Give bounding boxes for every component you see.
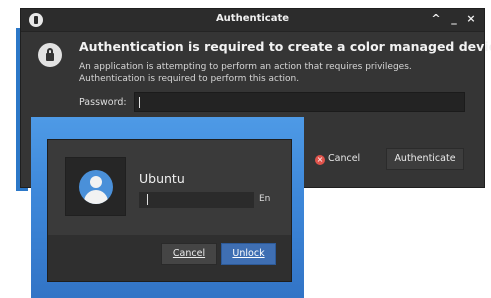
cancel-label: Cancel xyxy=(328,153,361,164)
text-caret xyxy=(139,97,140,108)
authenticate-button[interactable]: Authenticate xyxy=(386,148,464,170)
titlebar: Authenticate ^ _ × xyxy=(21,9,484,32)
avatar-shoulders xyxy=(84,190,108,204)
unlock-dialog-header: Ubuntu En xyxy=(48,140,291,235)
text-caret xyxy=(147,194,148,205)
dialog-message: An application is attempting to perform … xyxy=(79,62,412,84)
password-field[interactable] xyxy=(134,92,465,112)
password-label: Password: xyxy=(79,97,127,108)
minimize-button[interactable]: _ xyxy=(447,12,461,26)
screen: Authenticate ^ _ × Authentication is req… xyxy=(0,0,491,298)
maximize-button[interactable]: ^ xyxy=(429,12,443,26)
avatar-head xyxy=(90,176,102,188)
unlock-cancel-button[interactable]: Cancel xyxy=(161,243,217,265)
unlock-dialog: Ubuntu En Cancel Unlock xyxy=(47,139,292,282)
keyboard-layout-indicator[interactable]: En xyxy=(259,194,270,204)
close-button[interactable]: × xyxy=(464,12,478,26)
cancel-icon: × xyxy=(315,155,325,165)
user-name: Ubuntu xyxy=(139,171,185,186)
avatar-frame xyxy=(65,157,126,216)
lock-icon xyxy=(38,43,62,67)
lock-body xyxy=(46,53,54,61)
unlock-button[interactable]: Unlock xyxy=(221,243,276,265)
unlock-password-field[interactable] xyxy=(139,192,254,208)
window-title: Authenticate xyxy=(215,13,290,24)
user-avatar-icon xyxy=(79,170,113,204)
dialog-heading: Authentication is required to create a c… xyxy=(79,39,491,54)
cancel-button[interactable]: × Cancel xyxy=(315,149,371,169)
